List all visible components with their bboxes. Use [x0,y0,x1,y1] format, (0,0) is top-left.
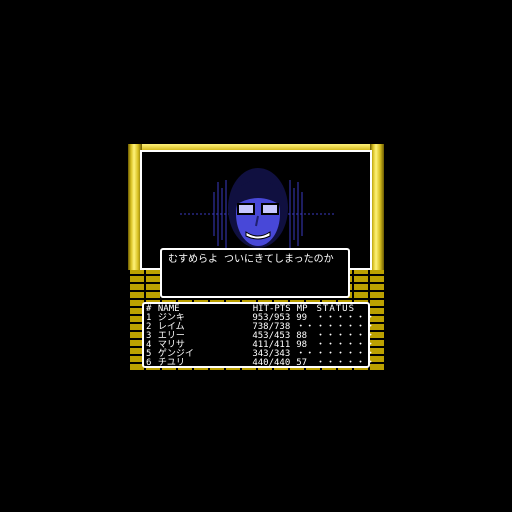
member-mp: 57 [296,358,308,368]
member-num: 6 [146,358,152,368]
party-member-row[interactable]: 6 チユリ 440/440 57 ・・・・・・ [146,358,377,368]
member-hp: 440/440 [252,358,291,368]
dialogue-box: むすめらよ ついにきてしまったのか [160,248,350,298]
member-status: ・・・・・・ [316,358,377,368]
spectral-face-icon [180,168,336,250]
dialogue-text: むすめらよ ついにきてしまったのか [168,254,334,265]
right-pillar [370,144,384,270]
party-status-panel: # NAME HIT-PTS MP STATUS 1 ジンキ 953/953 9… [142,302,377,368]
member-name: チユリ [157,358,185,368]
battle-scene: むすめらよ ついにきてしまったのか # NAME HIT-PTS MP STAT… [128,144,384,370]
